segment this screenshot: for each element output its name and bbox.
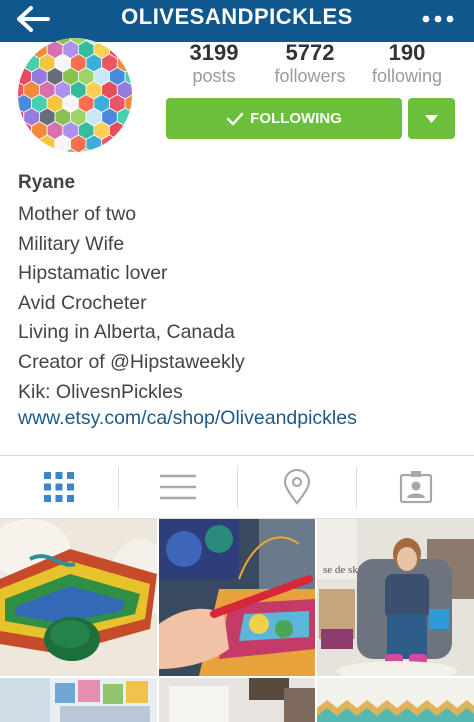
grid-view-icon: [44, 472, 74, 502]
photo-thumbnail[interactable]: [159, 678, 315, 722]
bio-line: Kik: OlivesnPickles: [18, 380, 183, 403]
posts-stat[interactable]: 3199 posts: [176, 40, 252, 86]
followers-label: followers: [274, 66, 346, 86]
checkmark-icon: [226, 112, 244, 125]
map-pin-icon: [283, 469, 311, 505]
photo-thumbnail[interactable]: [0, 519, 157, 676]
photo-thumbnail[interactable]: [317, 678, 474, 722]
caret-down-icon: [425, 115, 438, 123]
top-nav-bar: OLIVESANDPICKLES: [0, 0, 474, 42]
bio-line: Hipstamatic lover: [18, 262, 168, 285]
posts-label: posts: [192, 66, 236, 86]
profile-view-tabs: [0, 455, 474, 519]
suggestions-dropdown-button[interactable]: [408, 98, 455, 139]
followers-count: 5772: [285, 40, 335, 65]
tab-map-view[interactable]: [238, 456, 356, 518]
more-dots-icon[interactable]: [420, 6, 456, 32]
following-count: 190: [388, 40, 426, 65]
followers-stat[interactable]: 5772 followers: [266, 40, 354, 86]
tab-grid-view[interactable]: [0, 456, 118, 518]
bio-line: Mother of two: [18, 203, 137, 225]
tab-tagged-photos[interactable]: [357, 456, 474, 518]
following-button-label: FOLLOWING: [250, 110, 342, 127]
following-button[interactable]: FOLLOWING: [166, 98, 402, 139]
profile-bio: Mother of two Military Wife Hipstamatic …: [18, 200, 245, 407]
bio-line: Creator of @Hipstaweekly: [18, 350, 245, 373]
following-label: following: [371, 66, 443, 86]
bio-line: Avid Crocheter: [18, 291, 147, 314]
tab-list-view[interactable]: [119, 456, 237, 518]
tagged-photos-icon: [399, 471, 433, 504]
avatar[interactable]: [18, 38, 132, 152]
bio-line: Military Wife: [18, 232, 125, 255]
bio-line: Living in Alberta, Canada: [18, 321, 235, 344]
photo-thumbnail[interactable]: [0, 678, 157, 722]
photo-grid: se de ski: [0, 519, 474, 722]
profile-website-link[interactable]: www.etsy.com/ca/shop/Oliveandpickles: [18, 407, 357, 430]
posts-count: 3199: [189, 40, 239, 65]
following-stat[interactable]: 190 following: [364, 40, 450, 86]
profile-name: Ryane: [18, 172, 76, 193]
photo-thumbnail[interactable]: se de ski: [317, 519, 474, 676]
profile-username-title: OLIVESANDPICKLES: [121, 4, 353, 29]
photo-thumbnail[interactable]: [159, 519, 315, 676]
photo-tile-text: se de ski: [323, 564, 361, 576]
list-view-icon: [160, 474, 196, 500]
